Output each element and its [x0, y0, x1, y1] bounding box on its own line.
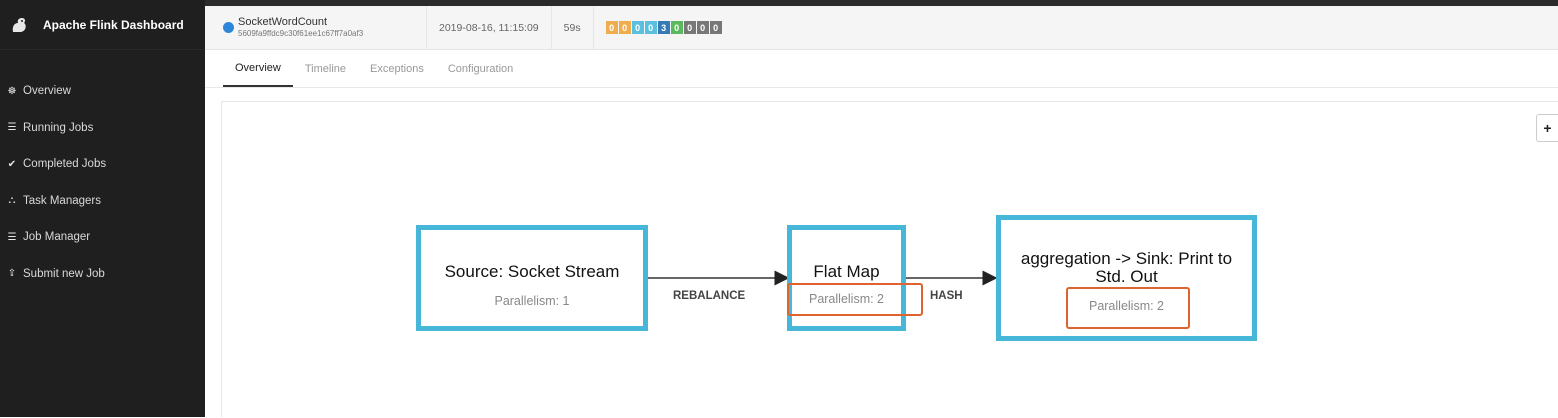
sidebar-nav: ☸ Overview ☰ Running Jobs ✔ Completed Jo… [0, 73, 205, 292]
sidebar-item-label: Running Jobs [23, 121, 94, 134]
edge-label-hash: HASH [930, 290, 963, 302]
job-header: SocketWordCount 5609fa9ffdc9c30f61ee1c67… [205, 6, 1558, 50]
sitemap-icon: ⛬ [8, 195, 16, 207]
graph-node-source[interactable]: Source: Socket Stream Parallelism: 1 [416, 225, 648, 331]
sidebar-item-label: Completed Jobs [23, 158, 107, 171]
brand[interactable]: Apache Flink Dashboard [0, 0, 205, 50]
tab-exceptions[interactable]: Exceptions [358, 50, 436, 87]
task-count-badge: 0 [618, 21, 631, 34]
job-duration: 59s [552, 6, 594, 49]
job-status-dot [223, 22, 234, 33]
sidebar-item-overview[interactable]: ☸ Overview [0, 73, 205, 110]
job-graph-canvas[interactable]: + Source: Socket Stream Parallelism: 1 F… [221, 101, 1558, 417]
node-title: aggregation -> Sink: Print to Std. Out [1020, 249, 1233, 286]
job-info: SocketWordCount 5609fa9ffdc9c30f61ee1c67… [205, 6, 427, 49]
node-title: Source: Socket Stream [444, 262, 620, 281]
list-icon: ☰ [7, 122, 17, 134]
job-tabs: Overview Timeline Exceptions Configurati… [205, 50, 1558, 88]
parallelism-highlight [787, 283, 923, 316]
dashboard-icon: ☸ [7, 85, 17, 97]
node-parallelism: Parallelism: 1 [494, 294, 570, 308]
app-title: Apache Flink Dashboard [43, 17, 184, 32]
task-count-badge: 0 [696, 21, 709, 34]
task-count-badge: 0 [631, 21, 644, 34]
sidebar-item-job-manager[interactable]: ☰ Job Manager [0, 219, 205, 256]
upload-icon: ⇪ [7, 268, 17, 280]
sidebar-item-submit-new-job[interactable]: ⇪ Submit new Job [0, 256, 205, 293]
tab-timeline[interactable]: Timeline [293, 50, 358, 87]
sidebar: Apache Flink Dashboard ☸ Overview ☰ Runn… [0, 0, 205, 417]
sidebar-item-task-managers[interactable]: ⛬ Task Managers [0, 183, 205, 220]
job-id: 5609fa9ffdc9c30f61ee1c67ff7a0af3 [238, 29, 364, 38]
sidebar-item-label: Submit new Job [23, 267, 105, 280]
squirrel-icon [8, 14, 30, 36]
list-icon: ☰ [7, 231, 17, 243]
sidebar-item-label: Task Managers [23, 194, 101, 207]
tab-overview[interactable]: Overview [223, 50, 293, 87]
task-count-badge: 0 [644, 21, 657, 34]
sidebar-item-completed-jobs[interactable]: ✔ Completed Jobs [0, 146, 205, 183]
edge-label-rebalance: REBALANCE [673, 290, 746, 302]
sidebar-item-label: Job Manager [23, 231, 91, 244]
check-circle-icon: ✔ [7, 158, 17, 170]
tab-configuration[interactable]: Configuration [436, 50, 525, 87]
task-count-badge: 0 [670, 21, 683, 34]
job-start-time: 2019-08-16, 11:15:09 [427, 6, 552, 49]
task-count-badge: 3 [657, 21, 670, 34]
sidebar-item-label: Overview [23, 85, 71, 98]
sidebar-item-running-jobs[interactable]: ☰ Running Jobs [0, 110, 205, 147]
parallelism-highlight [1066, 287, 1190, 329]
task-count-badge: 0 [683, 21, 696, 34]
task-count-badge: 0 [709, 21, 722, 34]
job-name: SocketWordCount [238, 16, 328, 28]
task-status-counts: 0 0 0 0 3 0 0 0 0 [605, 21, 722, 34]
node-title: Flat Map [813, 262, 880, 281]
task-count-badge: 0 [605, 21, 618, 34]
